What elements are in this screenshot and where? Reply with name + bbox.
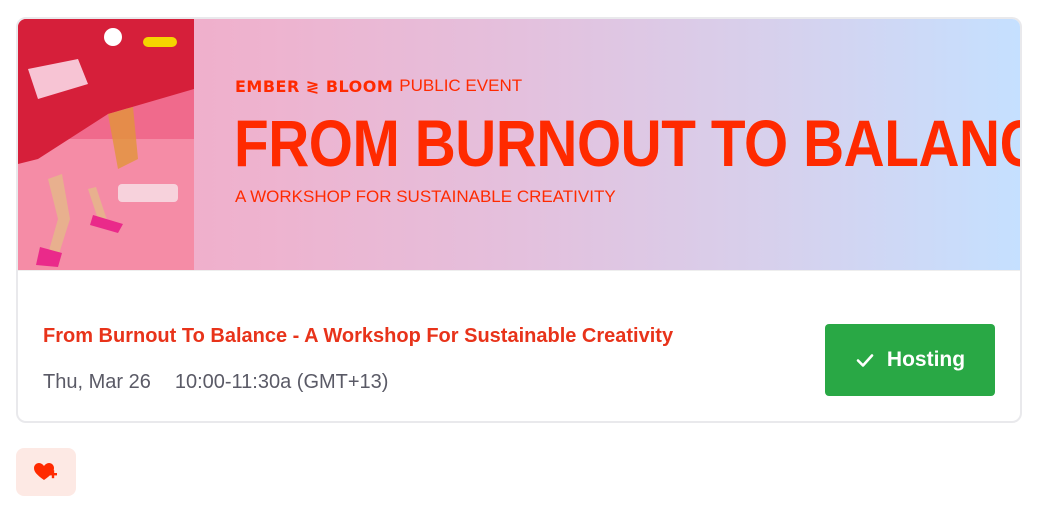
heart-plus-icon [34,462,58,482]
event-banner: EMBER ≷ BLOOM PUBLIC EVENT FROM BURNOUT … [18,19,1020,270]
checkmark-icon [855,350,875,370]
brand-logo: EMBER ≷ BLOOM [235,76,394,96]
event-title[interactable]: From Burnout To Balance - A Workshop For… [43,325,673,348]
brand-line: EMBER ≷ BLOOM PUBLIC EVENT [235,75,522,97]
brand-event-label: PUBLIC EVENT [399,76,523,95]
event-date: Thu, Mar 26 [43,371,151,393]
banner-headline: FROM BURNOUT TO BALANCE - [234,106,1020,180]
hosting-button[interactable]: Hosting [825,324,995,396]
event-card[interactable]: EMBER ≷ BLOOM PUBLIC EVENT FROM BURNOUT … [16,17,1022,423]
hosting-button-label: Hosting [886,348,966,371]
favorite-button[interactable] [16,448,76,496]
event-time: 10:00-11:30a (GMT+13) [174,371,389,393]
event-datetime: Thu, Mar 26 10:00-11:30a (GMT+13) [43,371,388,394]
event-details: From Burnout To Balance - A Workshop For… [18,270,1020,421]
event-photo [18,19,194,270]
banner-subheadline: A WORKSHOP FOR SUSTAINABLE CREATIVITY [235,187,616,206]
